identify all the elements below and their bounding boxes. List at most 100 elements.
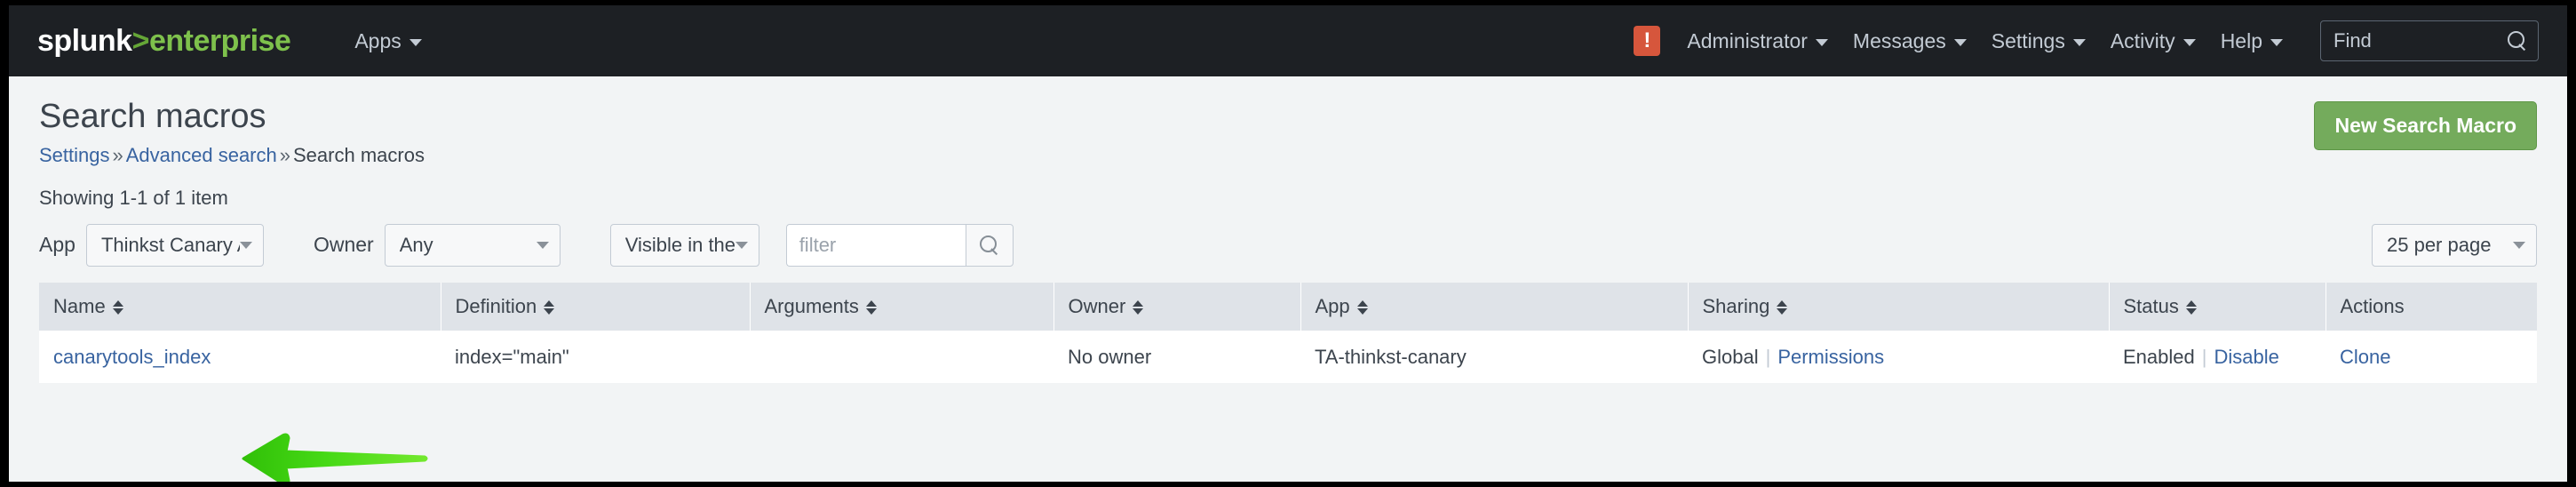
sort-arrows-icon — [544, 299, 555, 315]
find-search-input[interactable]: Find — [2320, 20, 2539, 61]
breadcrumb-link-settings[interactable]: Settings — [39, 144, 110, 166]
owner-filter-label: Owner — [313, 233, 374, 257]
search-icon — [979, 235, 999, 255]
cell-definition: index="main" — [441, 330, 750, 383]
table-body: canarytools_index index="main" No owner … — [39, 330, 2537, 383]
search-icon — [2508, 31, 2527, 51]
cell-actions: Clone — [2326, 330, 2537, 383]
clone-link[interactable]: Clone — [2340, 346, 2390, 368]
cell-status: Enabled | Disable — [2109, 330, 2326, 383]
page-title-block: Search macros Settings» Advanced search» S… — [39, 98, 425, 167]
nav-item-activity-label: Activity — [2110, 28, 2175, 52]
nav-item-help-label: Help — [2220, 28, 2262, 52]
column-header-arguments-label: Arguments — [764, 294, 859, 317]
filter-search-button[interactable] — [965, 223, 1014, 267]
column-header-name-label: Name — [53, 294, 106, 317]
permissions-link[interactable]: Permissions — [1777, 346, 1884, 368]
sort-arrows-icon — [112, 299, 123, 315]
column-header-name[interactable]: Name — [39, 282, 441, 331]
column-header-sharing-label: Sharing — [1702, 294, 1770, 317]
chevron-down-icon — [2270, 39, 2283, 46]
breadcrumb-current: Search macros — [293, 143, 425, 166]
cell-owner: No owner — [1053, 330, 1300, 383]
per-page-wrapper: 25 per page — [2372, 223, 2537, 267]
owner-filter-select[interactable]: Any — [384, 223, 561, 267]
global-header: splunk > enterprise Apps ! Administrator M… — [9, 5, 2567, 76]
column-header-sharing[interactable]: Sharing — [1688, 282, 2110, 331]
column-header-app-label: App — [1315, 294, 1350, 317]
nav-item-settings-label: Settings — [1991, 28, 2065, 52]
new-search-macro-button[interactable]: New Search Macro — [2314, 101, 2537, 150]
logo-chevron-icon: > — [131, 24, 150, 58]
chevron-down-icon — [536, 241, 549, 249]
chevron-down-icon — [2182, 39, 2196, 46]
nav-item-help[interactable]: Help — [2210, 22, 2294, 60]
app-window: splunk > enterprise Apps ! Administrator M… — [9, 5, 2567, 482]
owner-filter-value: Any — [399, 233, 433, 256]
filter-bar: App Thinkst Canary Add-on f Owner Any Vi… — [39, 223, 2537, 267]
macro-name-link[interactable]: canarytools_index — [53, 346, 211, 368]
app-filter-label: App — [39, 233, 76, 257]
status-value: Enabled — [2123, 345, 2195, 368]
column-header-owner[interactable]: Owner — [1053, 282, 1301, 331]
nav-item-administrator-label: Administrator — [1687, 28, 1808, 52]
column-header-status-label: Status — [2123, 294, 2179, 317]
breadcrumb-link-advanced-search[interactable]: Advanced search — [126, 144, 277, 166]
disable-link[interactable]: Disable — [2214, 346, 2278, 368]
filter-input[interactable]: filter — [785, 223, 966, 267]
chevron-down-icon — [2513, 241, 2525, 249]
sort-arrows-icon — [2185, 299, 2197, 315]
separator: | — [2201, 345, 2207, 368]
per-page-select[interactable]: 25 per page — [2372, 223, 2537, 267]
sort-arrows-icon — [1356, 299, 1368, 315]
splunk-logo[interactable]: splunk > enterprise — [37, 24, 291, 58]
nav-item-messages[interactable]: Messages — [1842, 22, 1977, 60]
result-count-label: Showing 1-1 of 1 item — [39, 186, 228, 209]
find-input-placeholder: Find — [2334, 29, 2372, 52]
nav-item-apps-label: Apps — [354, 28, 402, 52]
column-header-definition[interactable]: Definition — [441, 282, 751, 331]
column-header-actions: Actions — [2326, 282, 2537, 331]
primary-nav: Apps — [344, 22, 432, 60]
search-macros-table: Name Definition Arguments Owner App Shar… — [39, 282, 2537, 383]
chevron-down-icon — [735, 241, 748, 249]
alert-exclamation-icon[interactable]: ! — [1634, 26, 1661, 56]
page-content: Search macros Settings» Advanced search» S… — [9, 76, 2567, 482]
breadcrumb: Settings» Advanced search» Search macros — [39, 144, 425, 167]
chevron-down-icon — [2072, 39, 2086, 46]
app-filter-value: Thinkst Canary Add-on f — [100, 233, 240, 256]
sort-arrows-icon — [1777, 299, 1788, 315]
column-header-app[interactable]: App — [1300, 282, 1689, 331]
column-header-owner-label: Owner — [1068, 294, 1126, 317]
nav-item-settings[interactable]: Settings — [1981, 22, 2096, 60]
alert-badge-label: ! — [1643, 28, 1651, 52]
nav-item-messages-label: Messages — [1852, 28, 1946, 52]
column-header-actions-label: Actions — [2340, 294, 2405, 317]
nav-item-activity[interactable]: Activity — [2100, 22, 2206, 60]
chevron-down-icon — [1953, 39, 1967, 46]
column-header-arguments[interactable]: Arguments — [750, 282, 1054, 331]
column-header-status[interactable]: Status — [2109, 282, 2326, 331]
nav-item-apps[interactable]: Apps — [344, 22, 432, 60]
filter-search-group: filter — [785, 223, 1014, 267]
breadcrumb-separator: » — [112, 143, 123, 166]
chevron-down-icon — [1815, 39, 1828, 46]
separator: | — [1765, 345, 1771, 368]
logo-text-enterprise: enterprise — [148, 24, 291, 58]
sort-arrows-icon — [865, 299, 877, 315]
header-right-nav: ! Administrator Messages Settings Activi… — [1634, 20, 2567, 61]
sort-arrows-icon — [1133, 299, 1144, 315]
table-head: Name Definition Arguments Owner App Shar… — [39, 282, 2537, 331]
app-filter-select[interactable]: Thinkst Canary Add-on f — [85, 223, 264, 267]
column-header-definition-label: Definition — [455, 294, 537, 317]
breadcrumb-separator: » — [279, 143, 290, 166]
sharing-value: Global — [1702, 345, 1759, 368]
chevron-down-icon — [409, 39, 422, 46]
table-header-row: Name Definition Arguments Owner App Shar… — [39, 282, 2537, 331]
visibility-filter-select[interactable]: Visible in the App — [609, 223, 759, 267]
cell-arguments — [750, 330, 1053, 383]
nav-item-administrator[interactable]: Administrator — [1676, 22, 1838, 60]
page-header: Search macros Settings» Advanced search» S… — [39, 76, 2537, 167]
chevron-down-icon — [239, 241, 252, 249]
visibility-filter-value: Visible in the App — [624, 233, 735, 256]
